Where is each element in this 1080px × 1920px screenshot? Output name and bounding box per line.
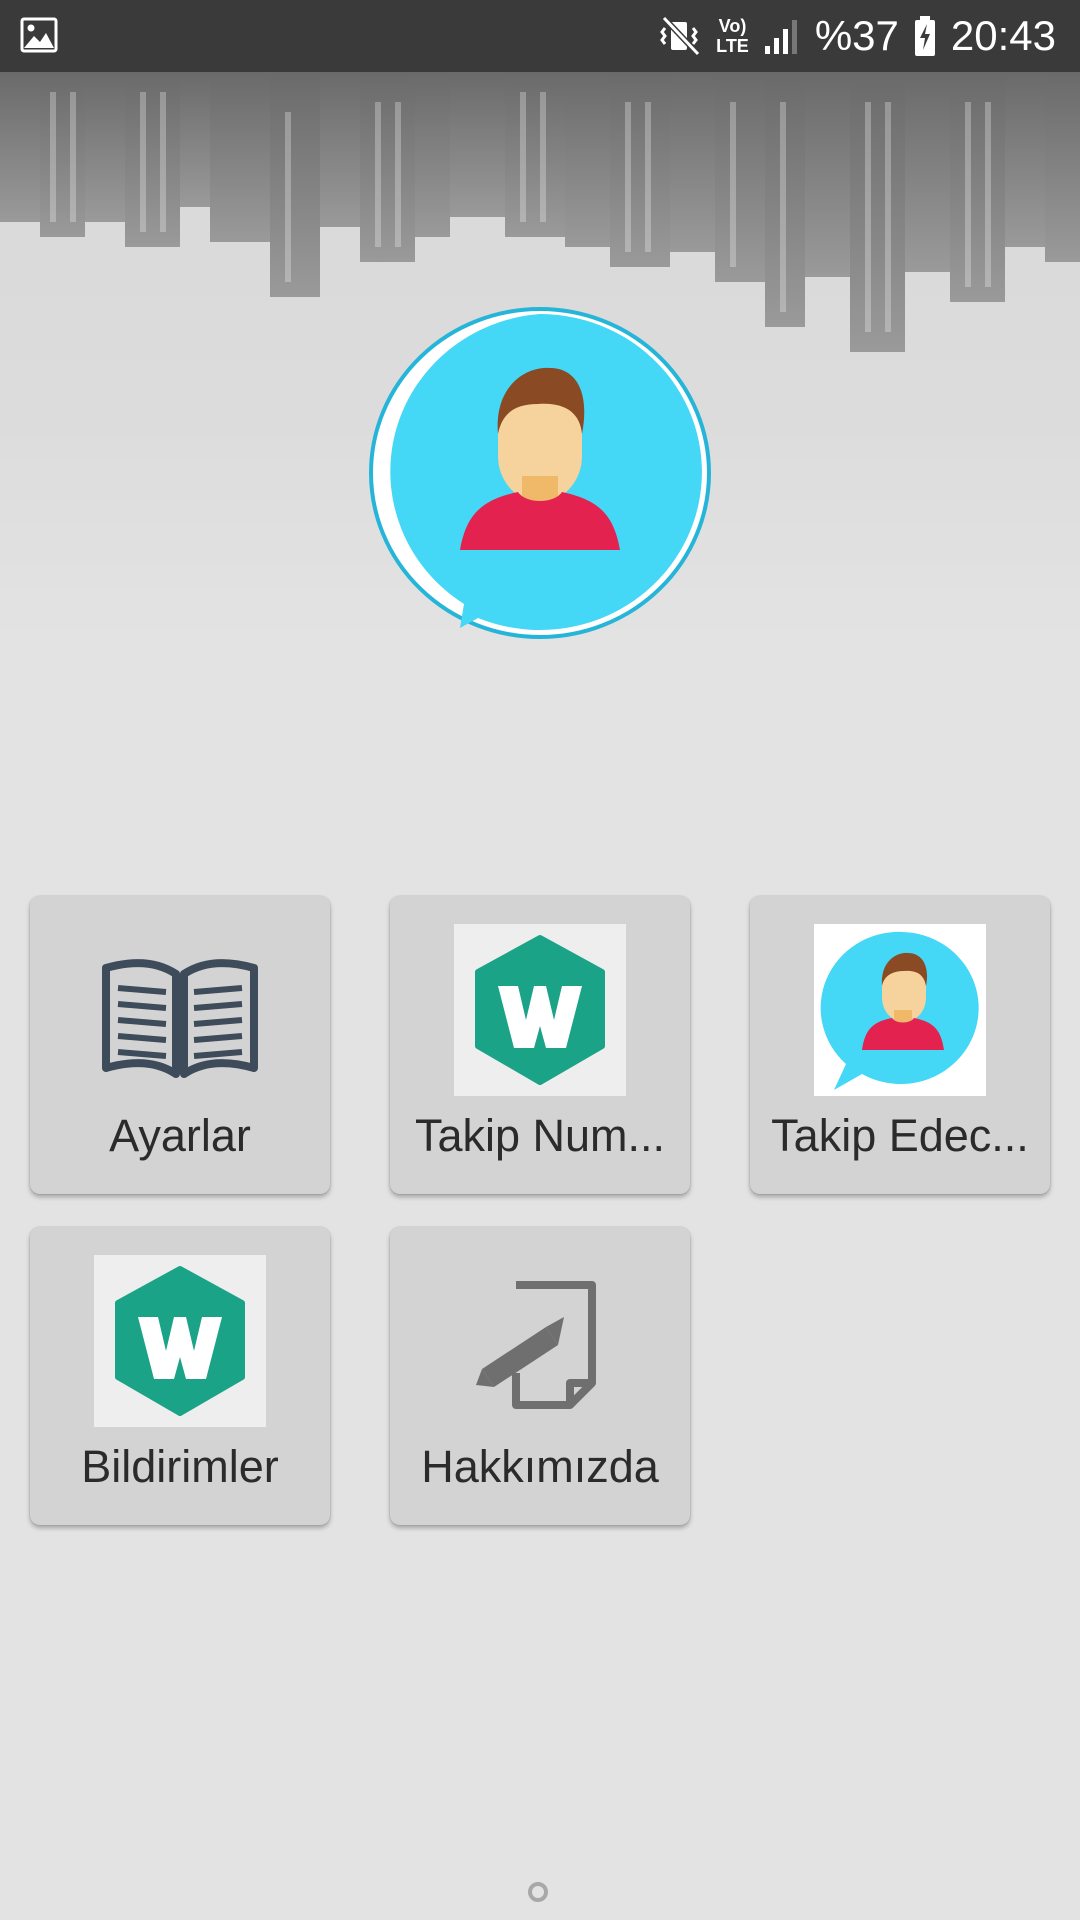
lte-label: LTE [716, 36, 749, 56]
menu-tile-label: Hakkımızda [421, 1441, 659, 1492]
edit-note-icon [476, 1281, 596, 1409]
user-chat-icon [814, 924, 986, 1096]
menu-tile-bildirimler[interactable]: Bildirimler [30, 1227, 330, 1525]
menu-tile-label: Takip Num... [414, 1110, 666, 1161]
wattpad-icon [94, 1255, 266, 1427]
gallery-notification-icon [20, 17, 58, 53]
volte-indicator: Vo) LTE [716, 16, 749, 56]
menu-tile-hakkimizda[interactable]: Hakkımızda [390, 1227, 690, 1525]
menu-tile-takip-edecekler[interactable]: Takip Edec... [750, 896, 1050, 1194]
battery-percent: %37 [814, 12, 899, 59]
header-banner [0, 72, 1080, 642]
battery-charging-icon [914, 16, 935, 56]
wattpad-icon [454, 924, 626, 1096]
status-bar: Vo) LTE %37 20:43 [0, 0, 1080, 72]
clock: 20:43 [950, 12, 1056, 59]
vibrate-mute-icon [660, 15, 701, 57]
menu-tile-ayarlar[interactable]: Ayarlar [30, 896, 330, 1194]
profile-avatar[interactable] [368, 306, 712, 640]
signal-icon [764, 20, 797, 54]
home-indicator[interactable] [528, 1882, 548, 1902]
menu-tile-label: Takip Edec... [771, 1110, 1029, 1161]
menu-tile-label: Bildirimler [81, 1441, 279, 1492]
volte-label: Vo) [718, 16, 747, 36]
menu-tile-takip-numarasi[interactable]: Takip Num... [390, 896, 690, 1194]
menu-tile-label: Ayarlar [109, 1110, 251, 1161]
book-icon [102, 959, 258, 1078]
